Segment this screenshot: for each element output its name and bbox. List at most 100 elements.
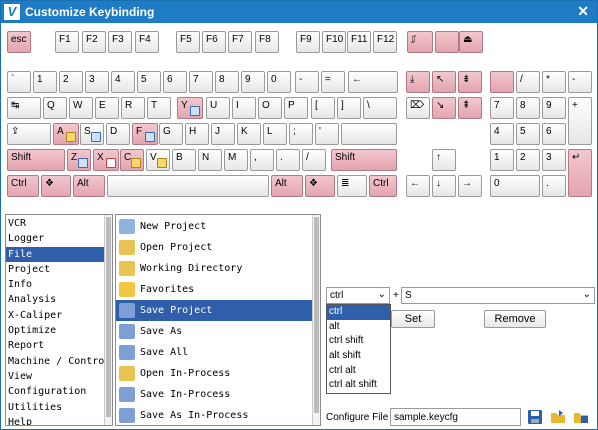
key-sym97[interactable]: ≣ bbox=[337, 175, 367, 197]
modifier-option[interactable]: ctrl alt shift bbox=[327, 378, 390, 393]
command-item[interactable]: Save All bbox=[116, 342, 312, 363]
key-sym68[interactable]: ; bbox=[289, 123, 313, 145]
command-item[interactable]: Save In-Process bbox=[116, 384, 312, 405]
key-ctrl[interactable]: Ctrl bbox=[7, 175, 39, 197]
key-h[interactable]: H bbox=[185, 123, 209, 145]
category-item[interactable]: Machine / Control bbox=[6, 354, 110, 369]
command-item[interactable]: Open Project bbox=[116, 237, 312, 258]
command-item[interactable]: Open In-Process bbox=[116, 363, 312, 384]
modifier-option[interactable]: ctrl shift bbox=[327, 334, 390, 349]
key-9[interactable]: 9 bbox=[241, 71, 265, 93]
key-4[interactable]: 4 bbox=[490, 123, 514, 145]
key-f10[interactable]: F10 bbox=[322, 31, 346, 53]
category-item[interactable]: File bbox=[6, 246, 106, 262]
key-2[interactable]: 2 bbox=[516, 149, 540, 171]
key-4[interactable]: 4 bbox=[111, 71, 135, 93]
key-f9[interactable]: F9 bbox=[296, 31, 320, 53]
category-item[interactable]: Utilities bbox=[6, 400, 106, 415]
modifier-option[interactable]: ctrl alt bbox=[327, 364, 390, 379]
key-w[interactable]: W bbox=[69, 97, 93, 119]
key-x[interactable]: X bbox=[93, 149, 119, 171]
key-f11[interactable]: F11 bbox=[347, 31, 371, 53]
key-alt[interactable]: Alt bbox=[73, 175, 105, 197]
key-3[interactable]: 3 bbox=[542, 149, 566, 171]
key-t[interactable]: T bbox=[147, 97, 171, 119]
key-sym16[interactable]: ` bbox=[7, 71, 31, 93]
key-sym27[interactable]: - bbox=[295, 71, 319, 93]
category-item[interactable]: X-Caliper bbox=[6, 308, 106, 323]
key-sym37[interactable]: ↹ bbox=[7, 97, 41, 119]
key-sym32[interactable]: ⇟ bbox=[458, 71, 482, 93]
key-sym49[interactable]: ] bbox=[337, 97, 361, 119]
key-f7[interactable]: F7 bbox=[228, 31, 252, 53]
key-5[interactable]: 5 bbox=[137, 71, 161, 93]
modifier-select[interactable]: ctrl ⌄ bbox=[326, 287, 390, 304]
category-item[interactable]: Project bbox=[6, 262, 106, 277]
remove-button[interactable]: Remove bbox=[484, 310, 546, 328]
key-o[interactable]: O bbox=[258, 97, 282, 119]
key-sym82[interactable]: , bbox=[250, 149, 274, 171]
key-e[interactable]: E bbox=[95, 97, 119, 119]
key-1[interactable]: 1 bbox=[490, 149, 514, 171]
modifier-option[interactable]: ctrl bbox=[327, 305, 390, 320]
key-k[interactable]: K bbox=[237, 123, 261, 145]
key-sym31[interactable]: ↖ bbox=[432, 71, 456, 93]
key-5[interactable]: 5 bbox=[516, 123, 540, 145]
open-folder-icon[interactable] bbox=[550, 409, 566, 425]
key-sym51[interactable]: ⌦ bbox=[406, 97, 430, 119]
key-sym35[interactable]: * bbox=[542, 71, 566, 93]
key-f3[interactable]: F3 bbox=[108, 31, 132, 53]
key-blank-14[interactable] bbox=[435, 31, 459, 53]
key-l[interactable]: L bbox=[263, 123, 287, 145]
key-blank-33[interactable] bbox=[490, 71, 514, 93]
category-scrollbar[interactable] bbox=[104, 215, 112, 425]
command-item[interactable]: Working Directory bbox=[116, 258, 312, 279]
key-sym83[interactable]: . bbox=[276, 149, 300, 171]
key-6[interactable]: 6 bbox=[163, 71, 187, 93]
key-sym34[interactable]: / bbox=[516, 71, 540, 93]
modifier-option[interactable]: alt shift bbox=[327, 349, 390, 364]
key-sym50[interactable]: \ bbox=[363, 97, 397, 119]
save-as-folder-icon[interactable] bbox=[573, 409, 589, 425]
key-shift[interactable]: Shift bbox=[7, 149, 65, 171]
key-g[interactable]: G bbox=[159, 123, 183, 145]
modifier-option[interactable]: alt bbox=[327, 320, 390, 335]
key-c[interactable]: C bbox=[120, 149, 144, 171]
category-item[interactable]: VCR bbox=[6, 216, 106, 231]
key-sym103[interactable]: . bbox=[542, 175, 566, 197]
command-item[interactable]: New Project bbox=[116, 216, 312, 237]
key-b[interactable]: B bbox=[172, 149, 196, 171]
category-item[interactable]: Analysis bbox=[6, 292, 106, 307]
key-6[interactable]: 6 bbox=[542, 123, 566, 145]
key-p[interactable]: P bbox=[284, 97, 308, 119]
key-8[interactable]: 8 bbox=[516, 97, 540, 119]
key-sym57[interactable]: + bbox=[568, 97, 592, 145]
key-blank-70[interactable] bbox=[341, 123, 397, 145]
key-z[interactable]: Z bbox=[67, 149, 91, 171]
key-j[interactable]: J bbox=[211, 123, 235, 145]
key-f1[interactable]: F1 bbox=[55, 31, 79, 53]
key-sym28[interactable]: = bbox=[321, 71, 345, 93]
key-m[interactable]: M bbox=[224, 149, 248, 171]
key-2[interactable]: 2 bbox=[59, 71, 83, 93]
command-item[interactable]: Save As In-Process bbox=[116, 405, 312, 425]
key-0[interactable]: 0 bbox=[490, 175, 540, 197]
key-sym100[interactable]: ↓ bbox=[432, 175, 456, 197]
category-item[interactable]: View bbox=[6, 369, 106, 384]
key-sym48[interactable]: [ bbox=[311, 97, 335, 119]
key-0[interactable]: 0 bbox=[267, 71, 291, 93]
key-blank-94[interactable] bbox=[107, 175, 269, 197]
key-a[interactable]: A bbox=[53, 123, 79, 145]
key-8[interactable]: 8 bbox=[215, 71, 239, 93]
key-r[interactable]: R bbox=[121, 97, 145, 119]
key-i[interactable]: I bbox=[232, 97, 256, 119]
set-button[interactable]: Set bbox=[391, 310, 435, 328]
key-sym96[interactable]: ❖ bbox=[305, 175, 335, 197]
category-item[interactable]: Info bbox=[6, 277, 106, 292]
key-sym30[interactable]: ⤓ bbox=[406, 71, 430, 93]
key-s[interactable]: S bbox=[80, 123, 104, 145]
key-alt[interactable]: Alt bbox=[271, 175, 303, 197]
key-f8[interactable]: F8 bbox=[255, 31, 279, 53]
command-item[interactable]: Save As bbox=[116, 321, 312, 342]
key-sym53[interactable]: ⇞ bbox=[458, 97, 482, 119]
